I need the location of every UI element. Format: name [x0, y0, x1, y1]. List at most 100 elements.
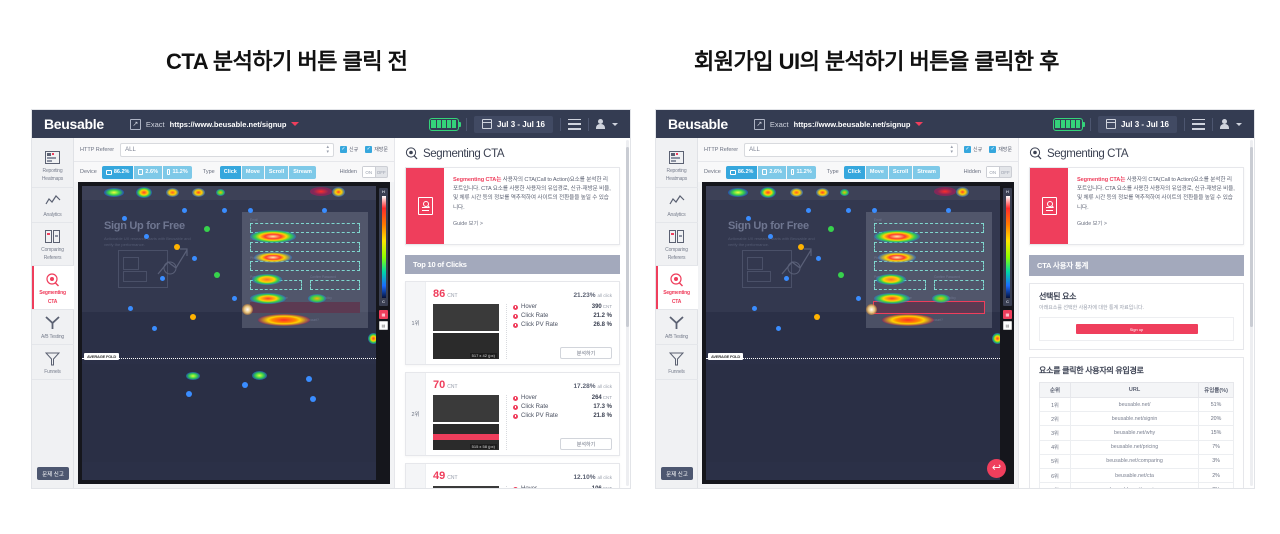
- table-row[interactable]: 1위 86CNT 21.23%all click 517 x 42 (px): [405, 281, 620, 365]
- type-scroll-button[interactable]: Scroll: [264, 165, 289, 179]
- device-desktop-button[interactable]: 86.2%: [101, 165, 134, 179]
- sidebar-item-comparing-referers[interactable]: Comparing Referers: [656, 223, 698, 267]
- stat-value: 17.3 %: [593, 404, 612, 410]
- app-body: Reporting Heatmaps Analytics Comparing R…: [32, 138, 630, 488]
- hidden-toggle[interactable]: ON OFF: [986, 166, 1012, 178]
- sidebar-item-segmenting-cta[interactable]: Segmenting CTA: [32, 266, 74, 310]
- sidebar-item-label: Analytics: [43, 211, 62, 218]
- checkbox-new-visitor[interactable]: ✓ 신규: [339, 146, 358, 153]
- sidebar-item-ab-testing[interactable]: A/B Testing: [32, 310, 74, 345]
- heatmap-viewport[interactable]: Sign Up for Free Actionable UX research …: [698, 182, 1018, 488]
- table-row[interactable]: 2위 70 CNT 17.28% all click 515 x 58 (px)…: [405, 372, 620, 456]
- click-dot: [806, 208, 811, 213]
- date-range-label: Jul 3 - Jul 16: [496, 119, 545, 129]
- cell-url: beusable.net/why: [1070, 425, 1200, 441]
- battery-icon: [1052, 117, 1085, 131]
- report-issue-button[interactable]: 문제 신고: [37, 467, 69, 480]
- colorbar-toggle-button[interactable]: ▤: [1003, 321, 1012, 330]
- device-desktop-button[interactable]: 86.2%: [725, 165, 758, 179]
- stat-row-hover: Hover 390CNT: [513, 304, 612, 310]
- report-scrollbar[interactable]: [626, 140, 629, 486]
- chevron-down-icon[interactable]: [915, 122, 924, 126]
- sidebar-item-comparing-referers[interactable]: Comparing Referers: [32, 223, 74, 267]
- type-scroll-button[interactable]: Scroll: [888, 165, 913, 179]
- click-dot: [160, 276, 165, 281]
- click-blob: [878, 252, 916, 263]
- figure-root: CTA 분석하기 버튼 클릭 전 회원가입 UI의 분석하기 버튼을 클릭한 후…: [0, 0, 1280, 534]
- report-scrollbar[interactable]: [1250, 140, 1253, 486]
- topbar-actions: Jul 3 - Jul 16: [1052, 115, 1246, 133]
- table-row: 3위 beusable.net/why 15%: [1038, 425, 1234, 441]
- sidebar-item-segmenting-cta[interactable]: Segmenting CTA: [656, 266, 698, 310]
- sidebar-item-ab-testing[interactable]: A/B Testing: [656, 310, 698, 345]
- cell-rank: 7위: [1038, 482, 1072, 488]
- chevron-down-icon[interactable]: [1236, 122, 1242, 126]
- type-move-button[interactable]: Move: [865, 165, 888, 179]
- sidebar-item-label: Analytics: [667, 211, 686, 218]
- sidebar-item-funnels[interactable]: Funnels: [32, 345, 74, 381]
- table-row[interactable]: 3위 49CNT 12.10%all click: [405, 463, 620, 488]
- highlighted-element-bar: [433, 434, 499, 441]
- form-field[interactable]: [934, 280, 984, 290]
- avatar-icon[interactable]: [1220, 119, 1229, 129]
- list-icon[interactable]: [568, 118, 581, 130]
- sidebar-item-analytics[interactable]: Analytics: [656, 188, 698, 223]
- right-figure-caption: 회원가입 UI의 분석하기 버튼을 클릭한 후: [694, 49, 1059, 74]
- guide-link[interactable]: Guide 보기 >: [453, 219, 611, 227]
- type-move-button[interactable]: Move: [241, 165, 264, 179]
- list-icon[interactable]: [1192, 118, 1205, 130]
- click-dot: [776, 326, 781, 331]
- checkbox-returning-visitor[interactable]: ✓ 재방문: [365, 146, 388, 153]
- colorbar-settings-button[interactable]: ▦: [379, 310, 388, 319]
- stat-value: 21.2 %: [593, 313, 612, 319]
- referer-select[interactable]: ALL ▴ ▾: [120, 142, 334, 157]
- sidebar-item-funnels[interactable]: Funnels: [656, 345, 698, 381]
- checkbox-new-visitor[interactable]: ✓ 신규: [963, 146, 982, 153]
- device-pct: 11.2%: [796, 169, 812, 175]
- device-tablet-button[interactable]: 2.6%: [758, 165, 786, 179]
- form-field[interactable]: [250, 242, 360, 252]
- guide-link[interactable]: Guide 보기 >: [1077, 219, 1235, 227]
- type-stream-button[interactable]: Stream: [289, 165, 316, 179]
- hidden-toggle[interactable]: ON OFF: [362, 166, 388, 178]
- form-field[interactable]: [310, 280, 360, 290]
- chevron-down-icon[interactable]: [612, 122, 618, 126]
- click-dot: [814, 314, 820, 320]
- device-mobile-button[interactable]: 11.2%: [162, 165, 192, 179]
- sidebar-item-analytics[interactable]: Analytics: [32, 188, 74, 223]
- click-dot: [872, 208, 877, 213]
- device-tablet-button[interactable]: 2.6%: [134, 165, 162, 179]
- analyze-button[interactable]: 분석하기: [560, 347, 612, 359]
- colorbar-toggle-button[interactable]: ▤: [379, 321, 388, 330]
- url-bar[interactable]: ↗ Exact https://www.beusable.net/signup: [753, 118, 924, 130]
- cell-rate: 2%: [1198, 467, 1234, 484]
- analyze-button[interactable]: 분석하기: [560, 438, 612, 450]
- cell-rate: 3%: [1198, 453, 1234, 469]
- report-issue-button[interactable]: 문제 신고: [661, 467, 693, 480]
- heatmap-viewport[interactable]: Sign Up for Free Actionable UX research …: [74, 182, 394, 488]
- referer-select[interactable]: ALL ▴ ▾: [744, 142, 958, 157]
- hidden-label: Hidden: [963, 169, 981, 175]
- type-stream-button[interactable]: Stream: [913, 165, 940, 179]
- chevron-down-icon[interactable]: [291, 122, 300, 126]
- checkbox-returning-visitor[interactable]: ✓ 재방문: [989, 146, 1012, 153]
- sidebar-item-label-2: Referers: [667, 255, 686, 261]
- device-toggle-group: 86.2% 2.6% 11.2%: [101, 165, 192, 179]
- sidebar-item-reporting-heatmaps[interactable]: Reporting Heatmaps: [656, 144, 698, 188]
- url-bar[interactable]: ↗ Exact https://www.beusable.net/signup: [129, 118, 300, 130]
- click-dot: [838, 272, 844, 278]
- click-dot: [152, 326, 157, 331]
- click-dot: [306, 376, 312, 382]
- date-range-picker[interactable]: Jul 3 - Jul 16: [473, 115, 553, 133]
- device-mobile-button[interactable]: 11.2%: [786, 165, 816, 179]
- type-click-button[interactable]: Click: [843, 165, 865, 179]
- avatar-icon[interactable]: [596, 119, 605, 129]
- sidebar-item-label-2: Heatmaps: [41, 176, 64, 183]
- back-floating-button[interactable]: ↩: [987, 459, 1006, 478]
- form-field[interactable]: [874, 242, 984, 252]
- sidebar-item-reporting-heatmaps[interactable]: Reporting Heatmaps: [32, 144, 74, 188]
- date-range-picker[interactable]: Jul 3 - Jul 16: [1097, 115, 1177, 133]
- type-click-button[interactable]: Click: [219, 165, 241, 179]
- click-blob: [250, 293, 286, 304]
- colorbar-settings-button[interactable]: ▦: [1003, 310, 1012, 319]
